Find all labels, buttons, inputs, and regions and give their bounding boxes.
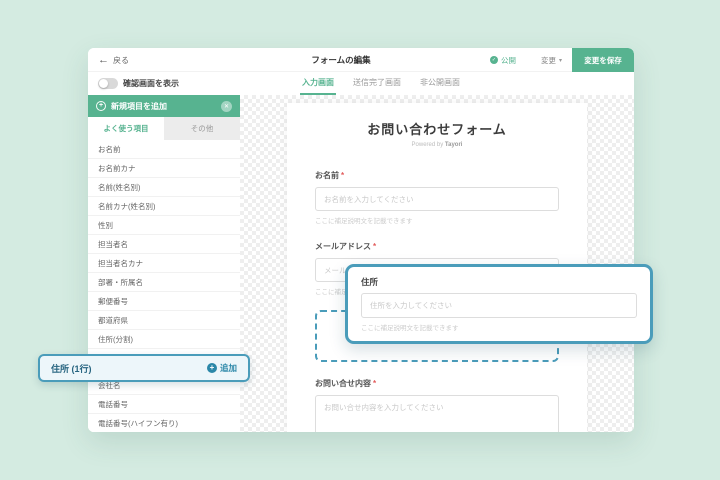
- sidebar-item-label: 住所(分割): [98, 334, 133, 345]
- sidebar-item[interactable]: 担当者名: [88, 235, 240, 254]
- dragged-field-label: 住所: [361, 276, 637, 288]
- sidebar-item-label: お名前: [98, 144, 121, 155]
- confirm-screen-toggle-label: 確認画面を表示: [123, 78, 179, 89]
- sidebar-item-list: お名前お名前カナ名前(姓名別) 名前カナ(姓名別) 性別担当者名担当者名カナ部署・所…: [88, 140, 240, 432]
- sidebar-item-label: 部署・所属名: [98, 277, 143, 288]
- required-asterisk: *: [341, 171, 344, 180]
- dragged-field-card[interactable]: 住所 ここに補足説明文を記載できます: [345, 264, 653, 344]
- sidebar-item-label: 名前カナ(姓名別): [98, 201, 156, 212]
- sidebar-item-label: 郵便番号: [98, 296, 128, 307]
- address-input[interactable]: [361, 293, 637, 318]
- sidebar-items-after: 会社名電話番号電話番号(ハイフン有り): [88, 376, 240, 432]
- tab-private-screen[interactable]: 非公開画面: [418, 72, 462, 95]
- sidebar-item[interactable]: 住所(分割): [88, 330, 240, 349]
- chevron-down-icon: ▾: [559, 57, 562, 64]
- publish-status-label: 公開: [501, 55, 516, 66]
- sub-bar: 確認画面を表示 入力画面 送信完了画面 非公開画面: [88, 72, 634, 95]
- sidebar-item-label: 担当者名カナ: [98, 258, 143, 269]
- sidebar-header: + 新規項目を追加 ✕: [88, 95, 240, 117]
- powered-by-brand: Tayori: [445, 142, 463, 148]
- sidebar-tab-other[interactable]: その他: [164, 117, 240, 140]
- change-dropdown-label: 変更: [541, 55, 556, 66]
- back-label: 戻る: [113, 55, 129, 66]
- editor-tabs: 入力画面 送信完了画面 非公開画面: [300, 72, 462, 95]
- sidebar-item[interactable]: お名前カナ: [88, 159, 240, 178]
- publish-status-badge: ✓ 公開: [490, 48, 516, 72]
- drag-item-label: 住所 (1行): [51, 362, 92, 375]
- sidebar-item-label: お名前カナ: [98, 163, 136, 174]
- required-asterisk: *: [373, 379, 376, 388]
- sidebar-item[interactable]: 都道府県: [88, 311, 240, 330]
- sidebar-item-label: 都道府県: [98, 315, 128, 326]
- sidebar-item[interactable]: 性別: [88, 216, 240, 235]
- close-icon[interactable]: ✕: [221, 101, 232, 112]
- field-message-label-text: お問い合せ内容: [315, 379, 371, 388]
- sidebar-item-label: 名前(姓名別): [98, 182, 141, 193]
- form-title: お問い合わせフォーム: [315, 119, 559, 138]
- tab-complete-screen[interactable]: 送信完了画面: [351, 72, 403, 95]
- sidebar-item[interactable]: 名前(姓名別): [88, 178, 240, 197]
- sidebar-item[interactable]: 郵便番号: [88, 292, 240, 311]
- top-bar: ← 戻る フォームの編集 ✓ 公開 変更 ▾ 変更を保存: [88, 48, 634, 72]
- sidebar-header-label: 新規項目を追加: [111, 101, 167, 112]
- add-item-label: 追加: [220, 362, 237, 374]
- add-item-button[interactable]: + 追加: [207, 362, 237, 374]
- sidebar-item-address-one-line[interactable]: 住所 (1行) + 追加: [38, 354, 250, 382]
- back-button[interactable]: ← 戻る: [98, 48, 129, 72]
- sidebar-item[interactable]: 部署・所属名: [88, 273, 240, 292]
- sidebar-item[interactable]: 名前カナ(姓名別): [88, 197, 240, 216]
- field-name-helper: ここに補足説明文を記載できます: [315, 215, 559, 225]
- sidebar-tabs: よく使う項目 その他: [88, 117, 240, 140]
- name-input[interactable]: [315, 187, 559, 211]
- field-name-label: お名前*: [315, 170, 559, 181]
- plus-circle-icon: +: [96, 101, 106, 111]
- add-plus-icon: +: [207, 363, 217, 373]
- sidebar-item-label: 性別: [98, 220, 113, 231]
- tab-input-screen[interactable]: 入力画面: [300, 72, 336, 95]
- back-arrow-icon: ←: [98, 55, 109, 66]
- confirm-screen-toggle-group: 確認画面を表示: [98, 72, 179, 95]
- sidebar-item-label: 電話番号: [98, 399, 128, 410]
- dragged-field-helper: ここに補足説明文を記載できます: [361, 322, 637, 332]
- sidebar-item[interactable]: 電話番号(ハイフン有り): [88, 414, 240, 432]
- change-dropdown[interactable]: 変更 ▾: [541, 48, 562, 72]
- page-title: フォームの編集: [208, 48, 474, 72]
- sidebar-item-label: 電話番号(ハイフン有り): [98, 418, 178, 429]
- page-background: { "icons": { "back": "←", "caret": "▾", …: [0, 0, 720, 480]
- sidebar-item[interactable]: 担当者名カナ: [88, 254, 240, 273]
- powered-by: Powered by Tayori: [315, 142, 559, 148]
- field-email-label-text: メールアドレス: [315, 242, 371, 251]
- message-textarea[interactable]: [315, 395, 559, 432]
- field-email-label: メールアドレス*: [315, 241, 559, 252]
- sidebar-item[interactable]: 電話番号: [88, 395, 240, 414]
- powered-by-prefix: Powered by: [412, 142, 444, 148]
- required-asterisk: *: [373, 242, 376, 251]
- publish-status-icon: ✓: [490, 56, 498, 64]
- toggle-knob: [99, 79, 108, 88]
- field-message-label: お問い合せ内容*: [315, 378, 559, 389]
- sidebar-item[interactable]: お名前: [88, 140, 240, 159]
- save-changes-button[interactable]: 変更を保存: [572, 48, 634, 72]
- field-name-label-text: お名前: [315, 171, 339, 180]
- sidebar-items-before: お名前お名前カナ名前(姓名別) 名前カナ(姓名別) 性別担当者名担当者名カナ部署・所…: [88, 140, 240, 349]
- confirm-screen-toggle[interactable]: [98, 78, 118, 89]
- sidebar-tab-frequent[interactable]: よく使う項目: [88, 117, 164, 140]
- sidebar-item-label: 担当者名: [98, 239, 128, 250]
